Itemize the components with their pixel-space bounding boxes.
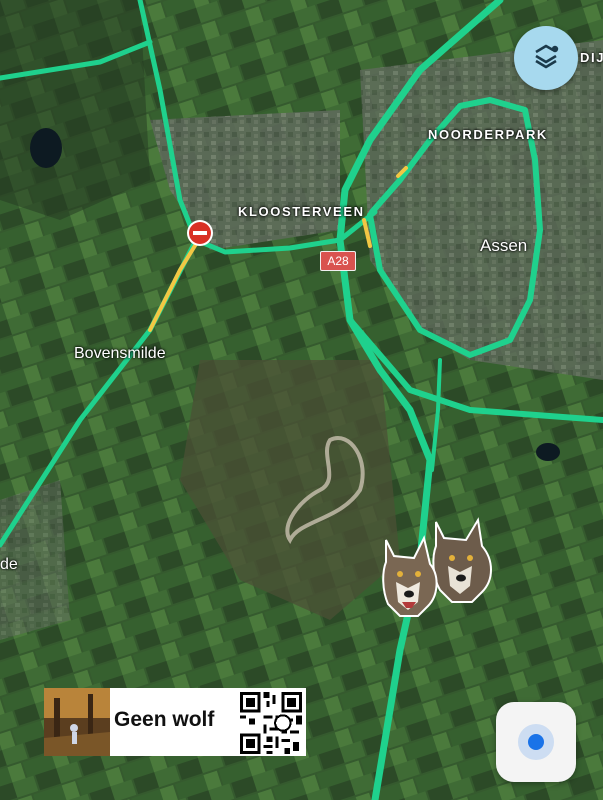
geen-wolf-banner: Geen wolf <box>44 688 306 756</box>
banner-text: Geen wolf <box>114 708 215 731</box>
my-location-icon <box>528 734 544 750</box>
place-label-noorderpark: NOORDERPARK <box>428 127 548 142</box>
place-label-kloosterveen: KLOOSTERVEEN <box>238 204 365 219</box>
wolf-heads-icon <box>382 517 492 617</box>
road-closed-icon[interactable] <box>186 219 214 247</box>
qr-code-icon <box>240 692 302 754</box>
layers-icon <box>535 44 559 69</box>
place-label-de: de <box>0 556 18 573</box>
road-shield-a28: A28 <box>320 251 356 271</box>
layers-button[interactable] <box>514 26 578 90</box>
place-label-assen: Assen <box>480 236 528 255</box>
place-label-bovensmilde: Bovensmilde <box>74 345 166 362</box>
map-canvas[interactable] <box>0 0 603 800</box>
my-location-button[interactable] <box>496 702 576 782</box>
place-label-dij: DIJ <box>580 50 603 65</box>
forest-photo-icon <box>44 688 110 756</box>
